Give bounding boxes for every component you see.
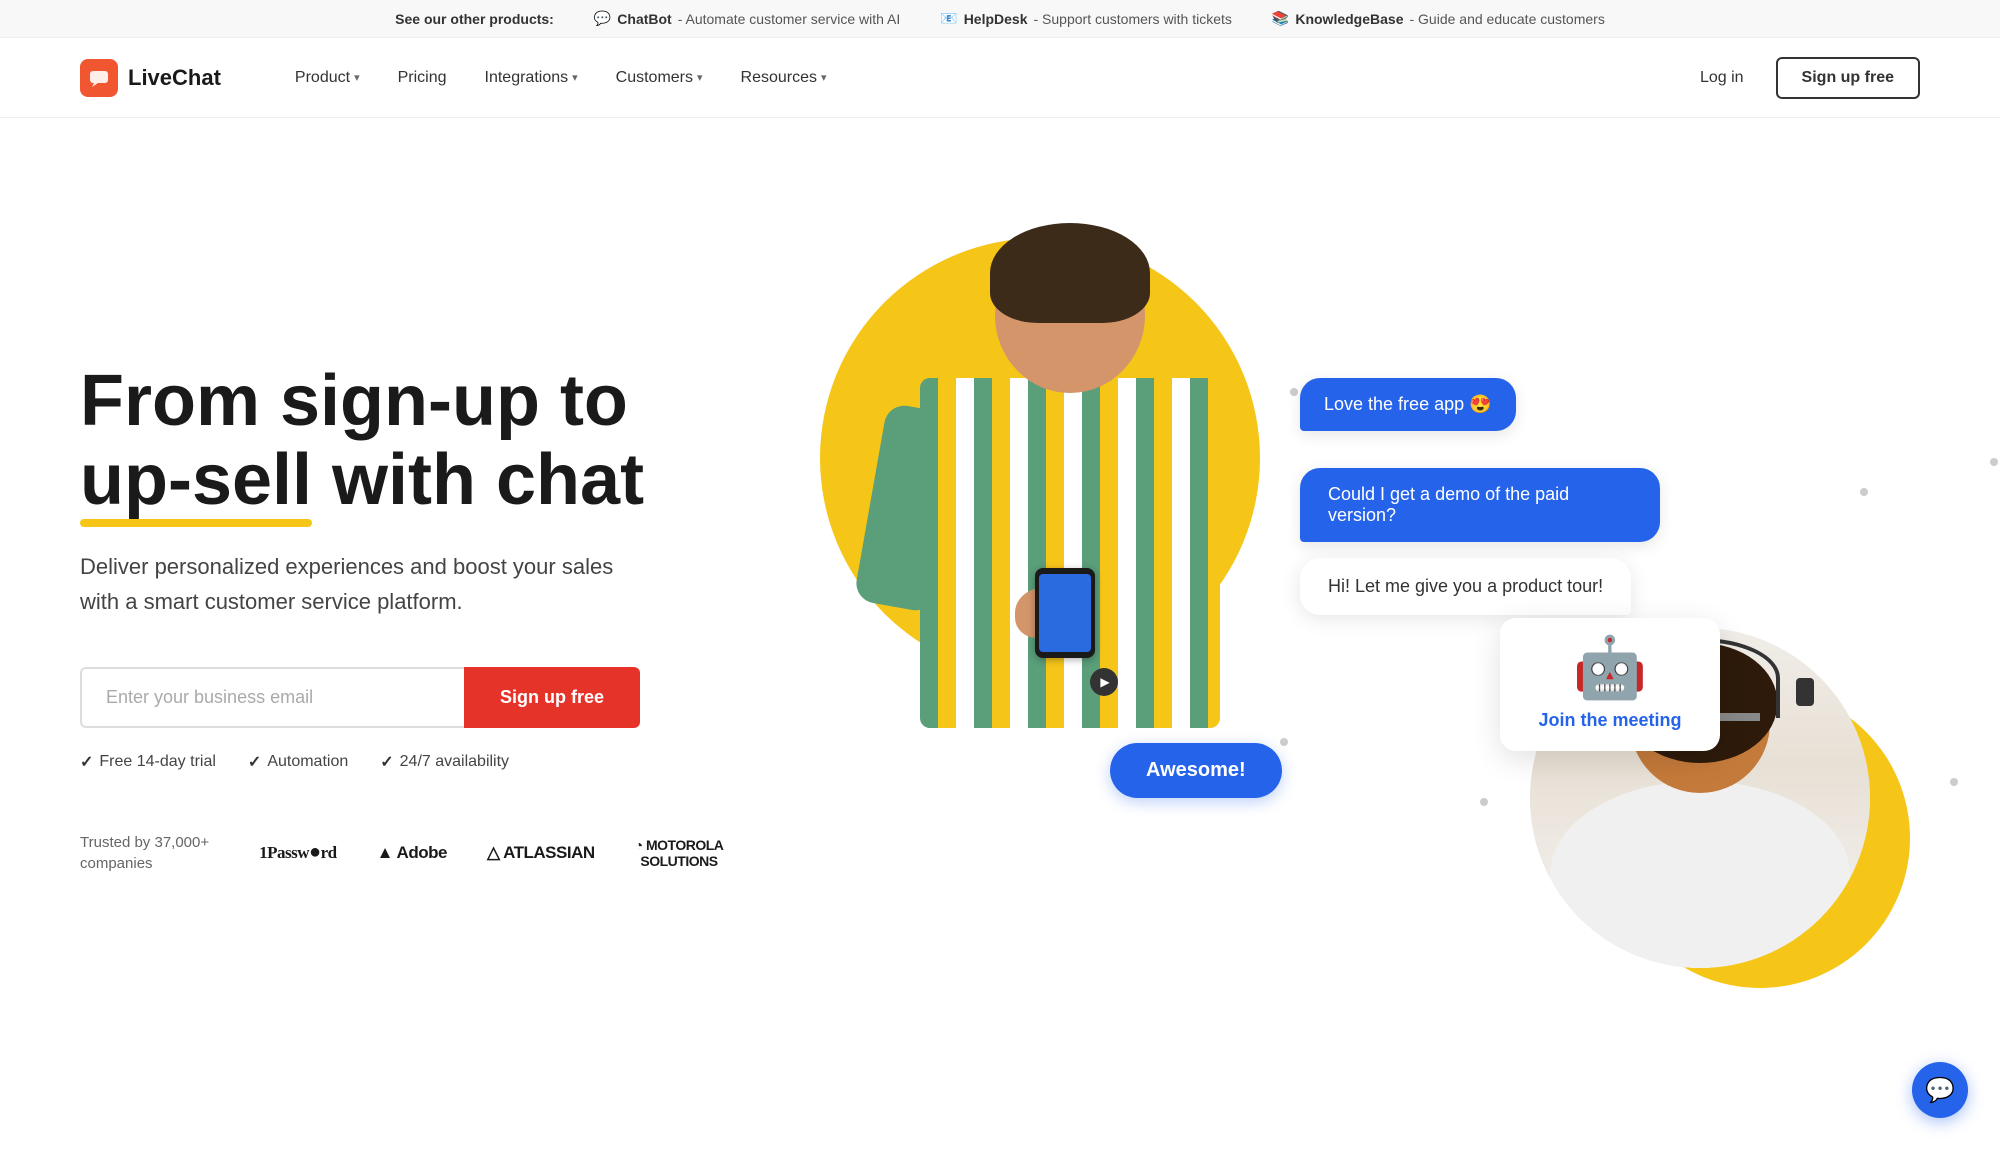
logo-1password: 1Passw●rd <box>259 841 337 864</box>
hero-section: From sign-up to up-sell with chat Delive… <box>0 118 2000 1078</box>
logo-adobe: ▲ Adobe <box>377 843 447 863</box>
hero-underline: up-sell <box>80 441 312 520</box>
check-automation: ✓ Automation <box>248 752 348 772</box>
chat-bubble-1: Love the free app 😍 <box>1300 378 1516 431</box>
trusted-logos: 1Passw●rd ▲ Adobe △ ATLASSIAN ◔ MOTOROLA… <box>259 837 723 869</box>
hero-trusted: Trusted by 37,000+companies 1Passw●rd ▲ … <box>80 832 760 874</box>
knowledgebase-desc: - Guide and educate customers <box>1409 11 1604 27</box>
hero-right: Love the free app 😍 Could I get a demo o… <box>760 178 1920 1018</box>
dot-2 <box>1860 488 1868 496</box>
hero-left: From sign-up to up-sell with chat Delive… <box>80 178 760 1018</box>
topbar-chatbot[interactable]: 💬 ChatBot - Automate customer service wi… <box>594 10 900 27</box>
topbar-label: See our other products: <box>395 11 554 27</box>
check-free-trial: ✓ Free 14-day trial <box>80 752 216 772</box>
dot-7 <box>1950 778 1958 786</box>
logo-motorola: ◔ MOTOROLASOLUTIONS <box>635 837 724 869</box>
helpdesk-name: HelpDesk <box>964 11 1028 27</box>
chevron-down-icon-2: ▾ <box>572 71 578 84</box>
chevron-down-icon: ▾ <box>354 71 360 84</box>
person-illustration <box>840 208 1340 808</box>
join-meeting-link[interactable]: Join the meeting <box>1538 710 1681 731</box>
nav-item-integrations[interactable]: Integrations ▾ <box>471 61 592 95</box>
hero-checks: ✓ Free 14-day trial ✓ Automation ✓ 24/7 … <box>80 752 760 772</box>
navbar: LiveChat Product ▾ Pricing Integrations … <box>0 38 2000 118</box>
topbar-helpdesk[interactable]: 📧 HelpDesk - Support customers with tick… <box>940 10 1232 27</box>
nav-item-customers[interactable]: Customers ▾ <box>602 61 717 95</box>
chevron-down-icon-3: ▾ <box>697 71 703 84</box>
chevron-down-icon-4: ▾ <box>821 71 827 84</box>
bubble-awesome: Awesome! <box>1110 743 1282 798</box>
knowledgebase-icon: 📚 <box>1272 10 1289 27</box>
topbar-knowledgebase[interactable]: 📚 KnowledgeBase - Guide and educate cust… <box>1272 10 1605 27</box>
chatbot-icon: 💬 <box>594 10 611 27</box>
chat-bubble-2: Could I get a demo of the paid version? <box>1300 468 1660 542</box>
agent-card: 🤖 Join the meeting <box>1500 618 1720 751</box>
agent-icon: 🤖 <box>1573 638 1648 698</box>
checkmark-icon-3: ✓ <box>380 752 393 772</box>
hero-title: From sign-up to up-sell with chat <box>80 362 760 520</box>
nav-item-product[interactable]: Product ▾ <box>281 61 374 95</box>
nav-signup-button[interactable]: Sign up free <box>1776 57 1920 99</box>
dot-6 <box>1990 458 1998 466</box>
chat-widget-icon: 💬 <box>1925 1076 1955 1105</box>
topbar: See our other products: 💬 ChatBot - Auto… <box>0 0 2000 38</box>
logo[interactable]: LiveChat <box>80 59 221 97</box>
chat-widget-button[interactable]: 💬 <box>1912 1062 1968 1118</box>
helpdesk-icon: 📧 <box>940 10 957 27</box>
chatbot-name: ChatBot <box>617 11 671 27</box>
logo-atlassian: △ ATLASSIAN <box>487 843 595 863</box>
chatbot-desc: - Automate customer service with AI <box>678 11 901 27</box>
checkmark-icon: ✓ <box>80 752 93 772</box>
play-icon[interactable]: ▶ <box>1090 668 1118 696</box>
email-input[interactable] <box>80 667 464 728</box>
nav-item-pricing[interactable]: Pricing <box>384 61 461 95</box>
login-button[interactable]: Log in <box>1684 59 1760 97</box>
nav-links: Product ▾ Pricing Integrations ▾ Custome… <box>281 61 1684 95</box>
hero-subtitle: Deliver personalized experiences and boo… <box>80 549 620 619</box>
nav-item-resources[interactable]: Resources ▾ <box>727 61 841 95</box>
checkmark-icon-2: ✓ <box>248 752 261 772</box>
helpdesk-desc: - Support customers with tickets <box>1034 11 1232 27</box>
dot-5 <box>1480 798 1488 806</box>
chat-bubble-3: Hi! Let me give you a product tour! <box>1300 558 1631 615</box>
nav-actions: Log in Sign up free <box>1684 57 1920 99</box>
trusted-text: Trusted by 37,000+companies <box>80 832 209 874</box>
email-form: Sign up free <box>80 667 640 728</box>
check-availability: ✓ 24/7 availability <box>380 752 509 772</box>
logo-icon <box>80 59 118 97</box>
signup-button[interactable]: Sign up free <box>464 667 640 728</box>
knowledgebase-name: KnowledgeBase <box>1295 11 1403 27</box>
logo-text: LiveChat <box>128 65 221 91</box>
